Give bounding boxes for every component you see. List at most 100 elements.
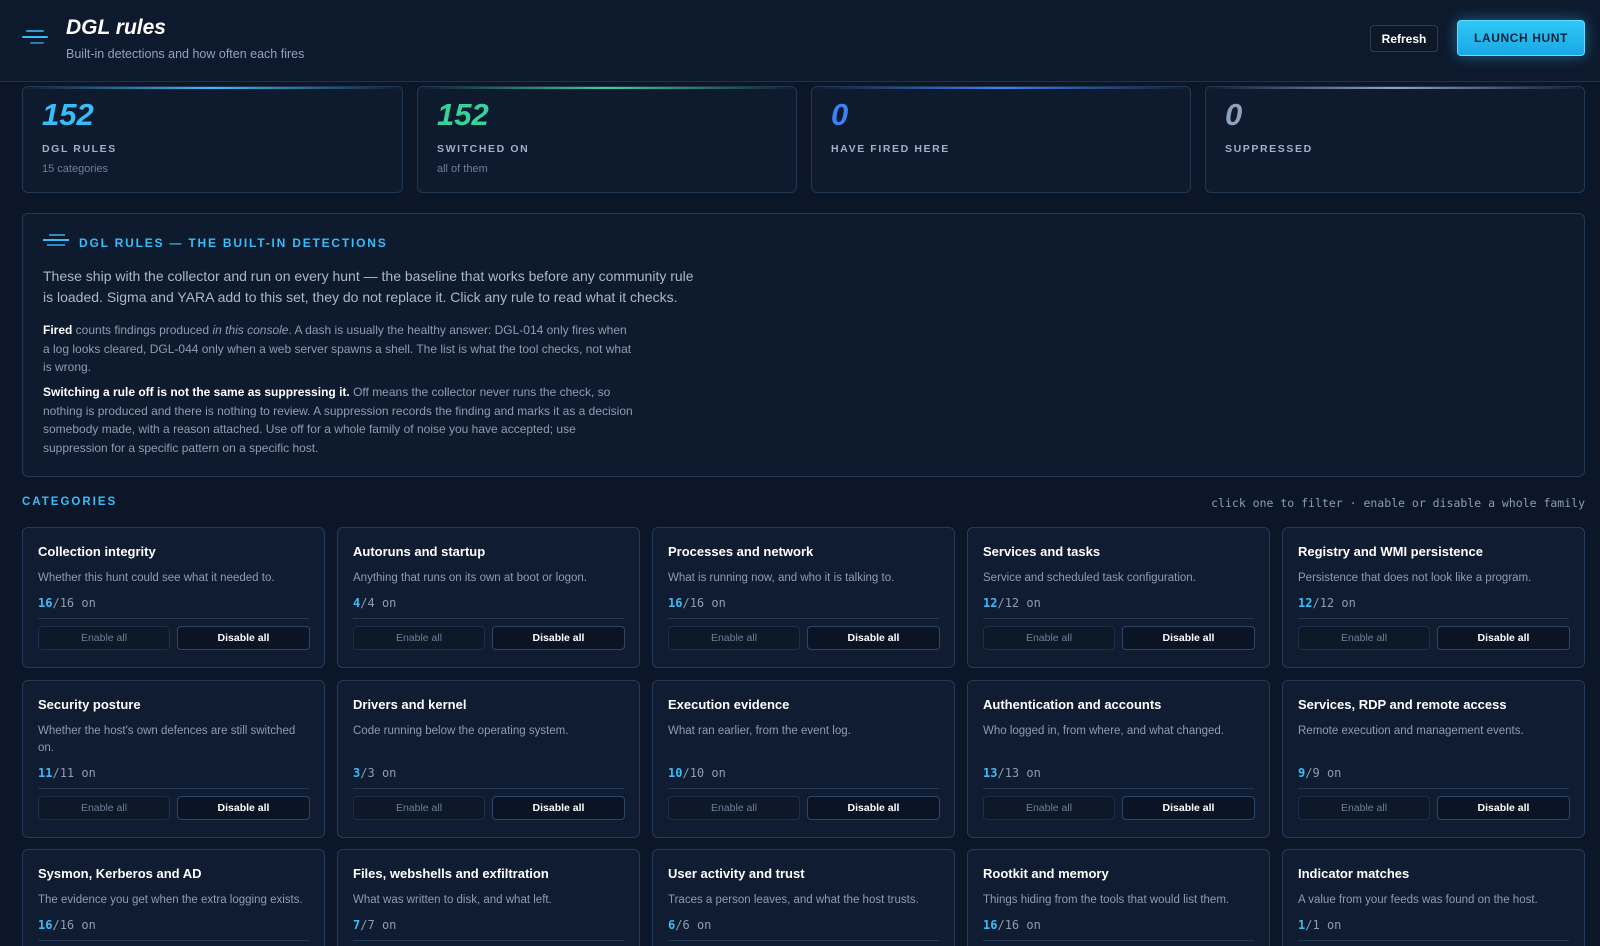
enable-all-button[interactable]: Enable all	[353, 626, 485, 650]
enable-all-button[interactable]: Enable all	[353, 796, 485, 820]
card-divider	[1298, 940, 1569, 941]
launch-hunt-button[interactable]: LAUNCH HUNT	[1457, 20, 1585, 56]
about-title: DGL RULES — THE BUILT-IN DETECTIONS	[79, 236, 388, 250]
enable-all-button[interactable]: Enable all	[38, 796, 170, 820]
categories-hint: click one to filter · enable or disable …	[1211, 496, 1585, 510]
card-divider	[353, 940, 624, 941]
category-description: The evidence you get when the extra logg…	[38, 894, 303, 906]
category-count: 1/1 on	[1298, 918, 1342, 932]
enable-all-button[interactable]: Enable all	[1298, 796, 1430, 820]
card-divider	[1298, 788, 1569, 789]
category-card[interactable]: Registry and WMI persistence Persistence …	[1282, 527, 1585, 668]
stat-label: DGL RULES	[42, 143, 117, 155]
stat-value: 0	[831, 97, 849, 132]
card-divider	[353, 618, 624, 619]
category-description: Code running below the operating system.	[353, 725, 569, 737]
stat-card-switched-on: 152 SWITCHED ON all of them	[417, 86, 797, 193]
card-divider	[1298, 618, 1569, 619]
category-count: 12/12 on	[983, 596, 1041, 610]
category-card[interactable]: Authentication and accounts Who logged in…	[967, 680, 1270, 838]
category-description: Service and scheduled task configuration…	[983, 572, 1196, 584]
category-name: Services, RDP and remote access	[1298, 697, 1507, 712]
category-card[interactable]: Processes and network What is running now…	[652, 527, 955, 668]
category-card[interactable]: Execution evidence What ran earlier, from…	[652, 680, 955, 838]
category-count: 13/13 on	[983, 766, 1041, 780]
stat-sub: all of them	[437, 163, 488, 175]
card-divider	[983, 940, 1254, 941]
category-description: What was written to disk, and what left.	[353, 894, 552, 906]
disable-all-button[interactable]: Disable all	[492, 796, 625, 820]
category-count: 16/16 on	[38, 596, 96, 610]
category-card[interactable]: Drivers and kernel Code running below the…	[337, 680, 640, 838]
enable-all-button[interactable]: Enable all	[1298, 626, 1430, 650]
category-count: 16/16 on	[38, 918, 96, 932]
category-count: 12/12 on	[1298, 596, 1356, 610]
card-divider	[38, 940, 309, 941]
disable-all-button[interactable]: Disable all	[1437, 796, 1570, 820]
stat-value: 152	[42, 97, 94, 132]
enable-all-button[interactable]: Enable all	[38, 626, 170, 650]
category-name: Drivers and kernel	[353, 697, 467, 712]
stat-card-dgl-rules: 152 DGL RULES 15 categories	[22, 86, 403, 193]
category-card[interactable]: Autoruns and startup Anything that runs o…	[337, 527, 640, 668]
menu-icon[interactable]	[22, 30, 50, 48]
page-subtitle: Built-in detections and how often each f…	[66, 47, 305, 61]
stat-value: 152	[437, 97, 489, 132]
disable-all-button[interactable]: Disable all	[1122, 796, 1255, 820]
category-name: Execution evidence	[668, 697, 790, 712]
category-card[interactable]: User activity and trust Traces a person l…	[652, 849, 955, 946]
enable-all-button[interactable]: Enable all	[668, 796, 800, 820]
category-card[interactable]: Files, webshells and exfiltration What wa…	[337, 849, 640, 946]
category-card[interactable]: Security posture Whether the host's own d…	[22, 680, 325, 838]
stat-sub: 15 categories	[42, 163, 109, 175]
category-count: 6/6 on	[668, 918, 712, 932]
category-card[interactable]: Indicator matches A value from your feeds…	[1282, 849, 1585, 946]
category-count: 9/9 on	[1298, 766, 1342, 780]
category-name: Services and tasks	[983, 544, 1101, 559]
card-divider	[38, 788, 309, 789]
stat-label: SUPPRESSED	[1225, 143, 1313, 155]
stat-value: 0	[1225, 97, 1243, 132]
category-name: Sysmon, Kerberos and AD	[38, 866, 202, 881]
category-description: What ran earlier, from the event log.	[668, 725, 851, 737]
enable-all-button[interactable]: Enable all	[983, 796, 1115, 820]
enable-all-button[interactable]: Enable all	[983, 626, 1115, 650]
stat-label: SWITCHED ON	[437, 143, 530, 155]
category-description: A value from your feeds was found on the…	[1298, 894, 1538, 906]
disable-all-button[interactable]: Disable all	[807, 626, 940, 650]
disable-all-button[interactable]: Disable all	[492, 626, 625, 650]
refresh-button[interactable]: Refresh	[1370, 25, 1438, 52]
category-description: What is running now, and who it is talki…	[668, 572, 895, 584]
category-count: 10/10 on	[668, 766, 726, 780]
category-description: Persistence that does not look like a pr…	[1298, 572, 1532, 584]
disable-all-button[interactable]: Disable all	[1437, 626, 1570, 650]
disable-all-button[interactable]: Disable all	[177, 626, 310, 650]
page-title: DGL rules	[66, 16, 166, 39]
disable-all-button[interactable]: Disable all	[177, 796, 310, 820]
category-card[interactable]: Services and tasks Service and scheduled …	[967, 527, 1270, 668]
category-card[interactable]: Rootkit and memory Things hiding from the…	[967, 849, 1270, 946]
category-card[interactable]: Services, RDP and remote access Remote ex…	[1282, 680, 1585, 838]
category-count: 4/4 on	[353, 596, 397, 610]
category-name: Processes and network	[668, 544, 814, 559]
category-card[interactable]: Collection integrity Whether this hunt co…	[22, 527, 325, 668]
category-description: Remote execution and management events.	[1298, 725, 1524, 737]
card-divider	[668, 788, 939, 789]
category-name: Authentication and accounts	[983, 697, 1162, 712]
disable-all-button[interactable]: Disable all	[807, 796, 940, 820]
enable-all-button[interactable]: Enable all	[668, 626, 800, 650]
category-name: Indicator matches	[1298, 866, 1410, 881]
stat-label: HAVE FIRED HERE	[831, 143, 950, 155]
disable-all-button[interactable]: Disable all	[1122, 626, 1255, 650]
about-fired-paragraph: Fired counts findings produced in this c…	[43, 323, 632, 374]
category-description: Traces a person leaves, and what the hos…	[668, 894, 919, 906]
about-switch-paragraph: Switching a rule off is not the same as …	[43, 385, 633, 455]
card-divider	[353, 788, 624, 789]
rules-icon	[43, 234, 71, 250]
category-name: Collection integrity	[38, 544, 156, 559]
card-divider	[38, 618, 309, 619]
category-name: Rootkit and memory	[983, 866, 1109, 881]
categories-heading: CATEGORIES	[22, 496, 118, 508]
card-divider	[983, 618, 1254, 619]
category-card[interactable]: Sysmon, Kerberos and AD The evidence you …	[22, 849, 325, 946]
